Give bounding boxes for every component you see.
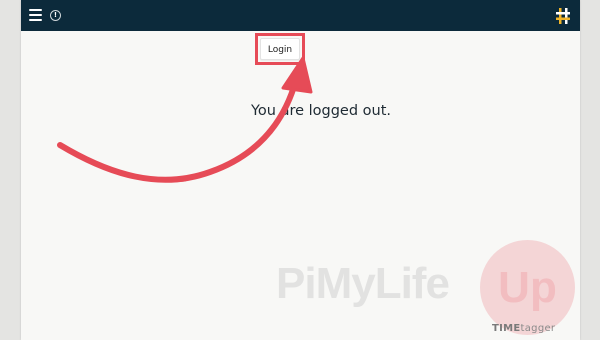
badge-part2: tagger	[520, 323, 556, 334]
login-button[interactable]: Login	[260, 38, 300, 60]
watermark-circle: Up	[480, 240, 575, 335]
timetagger-badge: TIMEtagger	[492, 323, 555, 334]
watermark-text: PiMyLife	[276, 259, 450, 308]
logged-out-message: You are logged out.	[250, 103, 392, 119]
info-icon[interactable]: !	[50, 10, 61, 21]
hamburger-menu-icon[interactable]	[29, 9, 42, 22]
top-bar: !	[21, 0, 580, 31]
badge-part1: TIME	[492, 323, 521, 334]
timetagger-logo-icon[interactable]	[555, 7, 571, 25]
